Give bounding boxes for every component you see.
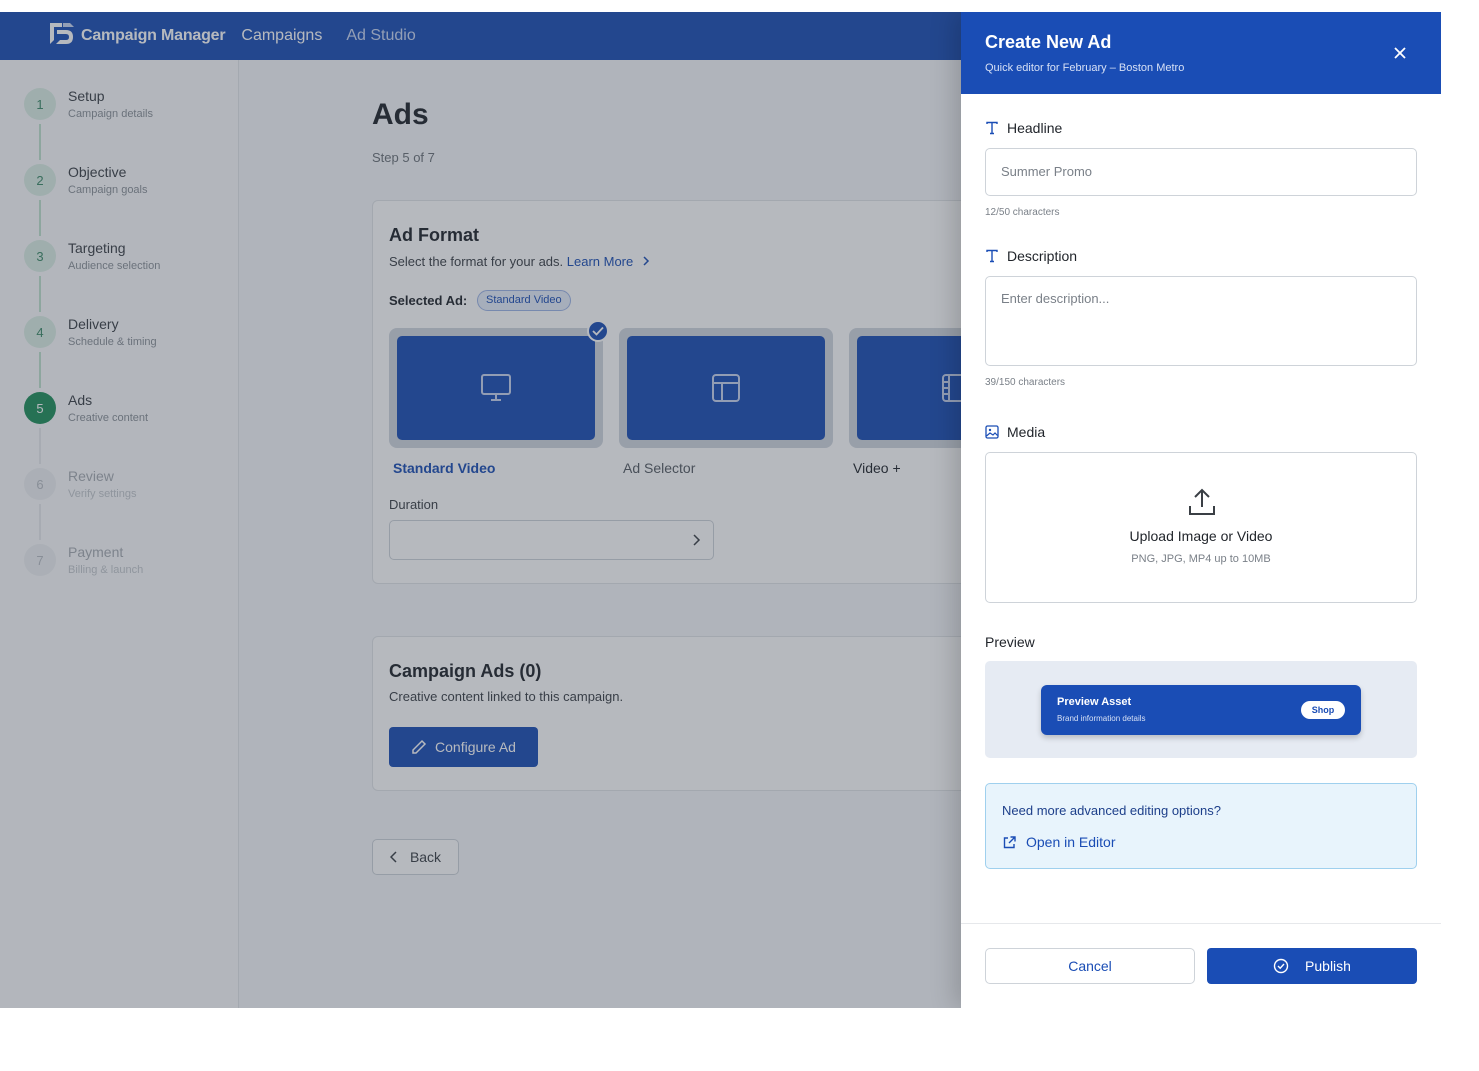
media-label: Media (985, 424, 1045, 440)
preview-shop-button: Shop (1301, 701, 1345, 719)
upload-hint: PNG, JPG, MP4 up to 10MB (1131, 553, 1271, 565)
preview-asset-title: Preview Asset (1057, 696, 1132, 708)
upload-title: Upload Image or Video (1129, 528, 1273, 544)
advanced-editing-question: Need more advanced editing options? (1002, 803, 1221, 818)
drawer-subtitle: Quick editor for February – Boston Metro (985, 62, 1185, 74)
image-icon (985, 425, 999, 439)
publish-button[interactable]: Publish (1207, 948, 1417, 984)
media-upload-dropzone[interactable]: Upload Image or Video PNG, JPG, MP4 up t… (985, 452, 1417, 603)
close-icon[interactable] (1392, 45, 1408, 61)
description-counter: 39/150 characters (985, 377, 1066, 388)
drawer-title: Create New Ad (985, 32, 1112, 52)
modal-overlay[interactable] (0, 12, 961, 1008)
check-circle-icon (1273, 958, 1289, 974)
cancel-button[interactable]: Cancel (985, 948, 1195, 984)
publish-label: Publish (1305, 958, 1351, 974)
description-textarea[interactable]: Enter description... (985, 276, 1417, 366)
preview-asset-banner: Preview Asset Brand information details … (1041, 685, 1361, 735)
headline-label: Headline (985, 120, 1062, 136)
headline-counter: 12/50 characters (985, 207, 1060, 218)
open-in-editor-link[interactable]: Open in Editor (1002, 834, 1116, 850)
preview-label: Preview (985, 634, 1035, 650)
create-ad-drawer: Create New Ad Quick editor for February … (961, 12, 1441, 1008)
external-link-icon (1003, 835, 1016, 848)
description-label-text: Description (1007, 248, 1078, 264)
text-icon (986, 249, 998, 263)
text-icon (986, 121, 998, 135)
preview-panel: Preview Asset Brand information details … (985, 661, 1417, 758)
advanced-editing-callout: Need more advanced editing options? Open… (985, 783, 1417, 869)
preview-asset-subtitle: Brand information details (1057, 714, 1146, 723)
media-label-text: Media (1007, 424, 1046, 440)
app-window: Campaign Manager Campaigns Ad Studio 1 S… (0, 12, 1441, 1008)
description-label: Description (985, 248, 1077, 264)
open-in-editor-label: Open in Editor (1026, 834, 1116, 850)
upload-icon (1189, 488, 1215, 515)
headline-input[interactable]: Summer Promo (985, 148, 1417, 196)
footer-divider (961, 923, 1441, 924)
drawer-header: Create New Ad Quick editor for February … (961, 12, 1441, 94)
headline-label-text: Headline (1007, 120, 1063, 136)
